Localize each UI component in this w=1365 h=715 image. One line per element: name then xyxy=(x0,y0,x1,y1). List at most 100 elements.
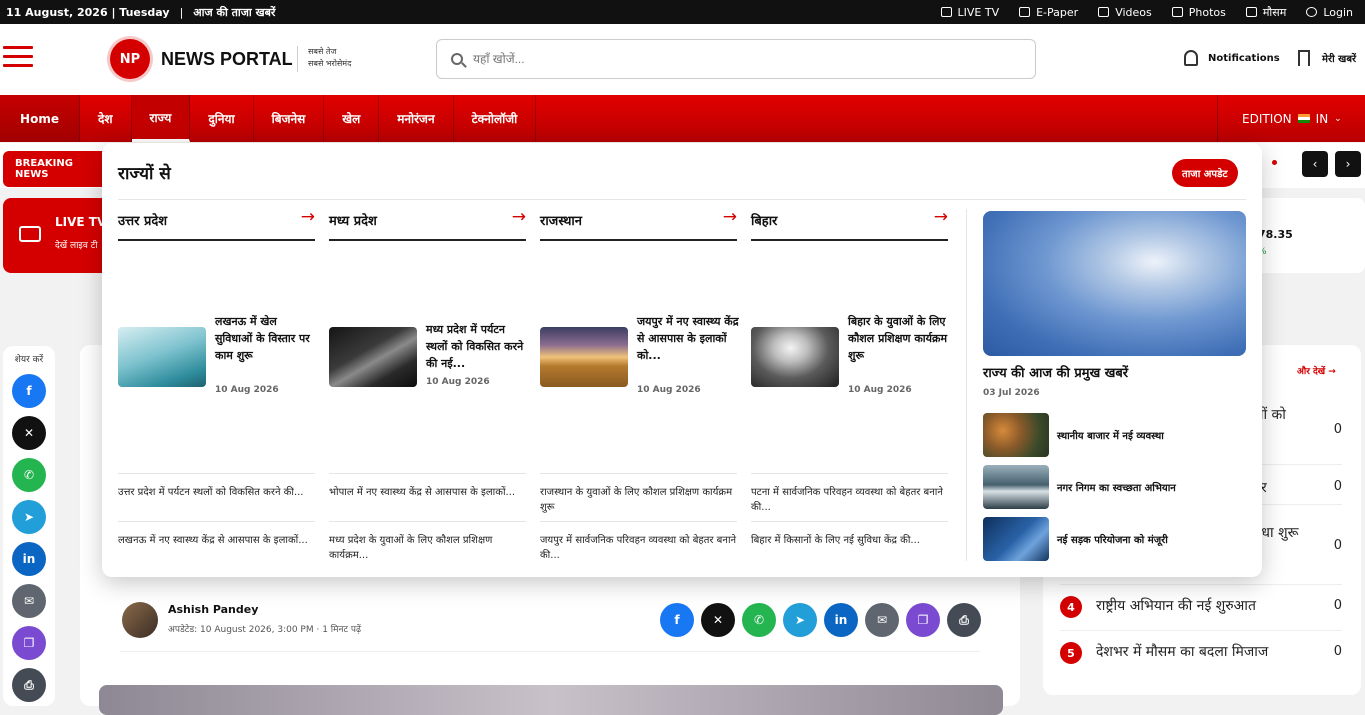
copy-link-button[interactable]: ❐ xyxy=(12,626,46,660)
weather-icon xyxy=(1245,7,1257,17)
trending-item-count: 0 xyxy=(1333,644,1342,659)
author-avatar[interactable] xyxy=(122,602,158,638)
nav-duniya[interactable]: दुनिया xyxy=(190,95,254,142)
brand-tagline: सबसे तेज सबसे भरोसेमंद xyxy=(297,46,351,72)
article-copy-button[interactable]: ❐ xyxy=(906,603,940,637)
latest-updates-button[interactable]: ताजा अपडेट xyxy=(1172,159,1238,187)
videos-link[interactable]: Videos xyxy=(1098,6,1152,19)
tagline-line-1: सबसे तेज xyxy=(308,47,337,56)
state-heading[interactable]: राजस्थान → xyxy=(540,207,737,241)
print-button[interactable]: ⎙ xyxy=(12,668,46,702)
article-telegram-button[interactable]: ➤ xyxy=(783,603,817,637)
article-email-button[interactable]: ✉ xyxy=(865,603,899,637)
breaking-label: BREAKING NEWS xyxy=(3,151,113,187)
site-brand[interactable]: NEWS PORTAL xyxy=(161,49,293,70)
state-heading[interactable]: मध्य प्रदेश → xyxy=(329,207,526,241)
weather-link[interactable]: मौसम xyxy=(1245,5,1287,20)
featured-item-title: नई सड़क परियोजना को मंजूरी xyxy=(1057,535,1168,546)
ticker-prev-button[interactable]: ‹ xyxy=(1302,151,1328,177)
featured-list-item[interactable]: नई सड़क परियोजना को मंजूरी xyxy=(983,517,1246,561)
login-link[interactable]: Login xyxy=(1306,6,1353,19)
notifications-button[interactable]: Notifications xyxy=(1184,50,1280,66)
search-input[interactable] xyxy=(473,52,973,66)
trending-item-4[interactable]: 4 राष्ट्रीय अभियान की नई शुरुआत 0 xyxy=(1060,585,1342,631)
nav-desh[interactable]: देश xyxy=(80,95,132,142)
author-name[interactable]: Ashish Pandey xyxy=(168,603,258,616)
nav-home[interactable]: Home xyxy=(0,95,80,142)
article-facebook-button[interactable]: f xyxy=(660,603,694,637)
state-link[interactable]: बिहार में किसानों के लिए नई सुविधा केंद्… xyxy=(751,521,948,569)
epaper-label: E-Paper xyxy=(1036,5,1079,19)
trending-item-5[interactable]: 5 देशभर में मौसम का बदला मिजाज 0 xyxy=(1060,631,1342,677)
state-card-image[interactable] xyxy=(118,327,206,387)
state-card-title[interactable]: मध्य प्रदेश में पर्यटन स्थलों को विकसित … xyxy=(426,321,528,372)
arrow-right-icon: → xyxy=(933,207,948,227)
article-print-button[interactable]: ⎙ xyxy=(947,603,981,637)
saved-news-button[interactable]: मेरी खबरें xyxy=(1298,50,1356,66)
featured-list-item[interactable]: स्थानीय बाजार में नई व्यवस्था xyxy=(983,413,1246,457)
nav-rajya[interactable]: राज्य xyxy=(131,95,191,142)
linkedin-share-button[interactable]: in xyxy=(12,542,46,576)
state-link[interactable]: लखनऊ में नए स्वास्थ्य केंद्र से आसपास के… xyxy=(118,521,315,569)
state-link[interactable]: उत्तर प्रदेश में पर्यटन स्थलों को विकसित… xyxy=(118,473,315,521)
email-share-button[interactable]: ✉ xyxy=(12,584,46,618)
article-x-button[interactable]: ✕ xyxy=(701,603,735,637)
nav-khel[interactable]: खेल xyxy=(324,95,380,142)
facebook-share-button[interactable]: f xyxy=(12,374,46,408)
state-link[interactable]: राजस्थान के युवाओं के लिए कौशल प्रशिक्षण… xyxy=(540,473,737,521)
search-box[interactable] xyxy=(436,39,1036,79)
mega-menu-heading: राज्यों से xyxy=(118,164,171,184)
state-heading[interactable]: बिहार → xyxy=(751,207,948,241)
separator: | xyxy=(179,5,184,19)
epaper-link[interactable]: E-Paper xyxy=(1019,6,1078,19)
photos-label: Photos xyxy=(1188,5,1226,19)
featured-list-item[interactable]: नगर निगम का स्वच्छता अभियान xyxy=(983,465,1246,509)
x-share-button[interactable]: ✕ xyxy=(12,416,46,450)
article-linkedin-button[interactable]: in xyxy=(824,603,858,637)
edition-selector[interactable]: EDITION IN ⌄ xyxy=(1217,95,1365,142)
article-whatsapp-button[interactable]: ✆ xyxy=(742,603,776,637)
menu-icon[interactable] xyxy=(3,46,33,70)
photos-link[interactable]: Photos xyxy=(1171,5,1226,19)
nav-technology[interactable]: टेक्नोलॉजी xyxy=(454,95,537,142)
nav-business[interactable]: बिजनेस xyxy=(254,95,325,142)
arrow-right-icon: → xyxy=(722,207,737,227)
weather-label: मौसम xyxy=(1262,5,1287,19)
tagline-line-2: सबसे भरोसेमंद xyxy=(308,59,352,68)
site-logo[interactable]: NP xyxy=(110,39,150,79)
state-card-title[interactable]: जयपुर में नए स्वास्थ्य केंद्र से आसपास क… xyxy=(637,313,739,364)
featured-item-title: नगर निगम का स्वच्छता अभियान xyxy=(1057,483,1176,494)
state-card-image[interactable] xyxy=(540,327,628,387)
state-card-image[interactable] xyxy=(329,327,417,387)
state-link[interactable]: पटना में सार्वजनिक परिवहन व्यवस्था को बे… xyxy=(751,473,948,521)
see-more-link[interactable]: और देखें → xyxy=(1297,364,1336,377)
featured-item-thumb xyxy=(983,517,1049,561)
article-meta: अपडेटेड: 10 August 2026, 3:00 PM · 1 मिन… xyxy=(168,625,362,635)
bell-icon xyxy=(1184,50,1198,66)
ticker-next-button[interactable]: › xyxy=(1335,151,1361,177)
chevron-left-icon: ‹ xyxy=(1312,157,1318,171)
state-link[interactable]: जयपुर में सार्वजनिक परिवहन व्यवस्था को ब… xyxy=(540,521,737,569)
state-card-title[interactable]: बिहार के युवाओं के लिए कौशल प्रशिक्षण का… xyxy=(848,313,950,364)
state-name: राजस्थान xyxy=(540,214,583,229)
telegram-share-button[interactable]: ➤ xyxy=(12,500,46,534)
trending-item-count: 0 xyxy=(1333,538,1342,553)
live-tv-link[interactable]: LIVE TV xyxy=(940,6,999,19)
trending-item-title: राष्ट्रीय अभियान की नई शुरुआत xyxy=(1096,598,1256,614)
camera-icon xyxy=(1171,7,1183,17)
nav-manoranjan[interactable]: मनोरंजन xyxy=(379,95,454,142)
search-icon xyxy=(451,53,463,65)
featured-title[interactable]: राज्य की आज की प्रमुख खबरें xyxy=(983,363,1128,381)
state-heading[interactable]: उत्तर प्रदेश → xyxy=(118,207,315,241)
state-link[interactable]: भोपाल में नए स्वास्थ्य केंद्र से आसपास क… xyxy=(329,473,526,521)
featured-image[interactable] xyxy=(983,211,1246,356)
state-card-title[interactable]: लखनऊ में खेल सुविधाओं के विस्तार पर काम … xyxy=(215,313,317,364)
live-tv-subtitle: देखें लाइव टी xyxy=(55,241,98,251)
state-link[interactable]: मध्य प्रदेश के युवाओं के लिए कौशल प्रशिक… xyxy=(329,521,526,569)
whatsapp-share-button[interactable]: ✆ xyxy=(12,458,46,492)
state-card-date: 10 Aug 2026 xyxy=(637,385,701,395)
saved-news-label: मेरी खबरें xyxy=(1322,54,1357,65)
email-icon: ✉ xyxy=(23,594,35,608)
top-bar: 11 August, 2026 | Tuesday | आज की ताजा ख… xyxy=(0,0,1365,24)
state-card-image[interactable] xyxy=(751,327,839,387)
